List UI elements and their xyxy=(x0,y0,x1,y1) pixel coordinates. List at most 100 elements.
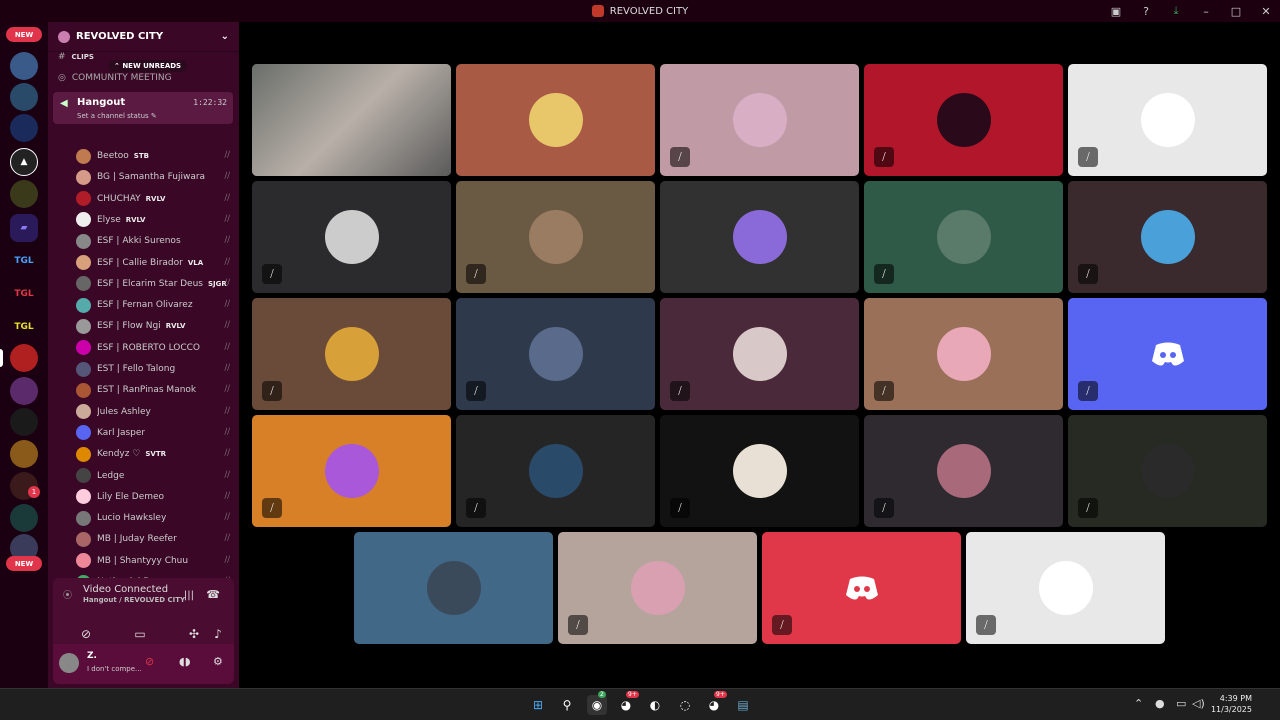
video-tile[interactable]: ⧸ xyxy=(660,298,859,410)
server-icon[interactable] xyxy=(10,114,38,142)
video-tile[interactable]: ⧸ xyxy=(456,181,655,293)
help-icon[interactable]: ? xyxy=(1138,3,1154,19)
video-tile[interactable] xyxy=(252,64,451,176)
member-row[interactable]: BG | Samantha Fujiwara ⧸⧸ xyxy=(76,167,234,187)
member-row[interactable]: Lily Ele Demeo ⧸⧸ xyxy=(76,487,234,507)
network-icon[interactable]: ▭ xyxy=(1176,697,1186,710)
discord-taskbar-icon[interactable]: ◕ xyxy=(704,695,724,715)
notepad-icon[interactable]: ▤ xyxy=(733,695,753,715)
connection-status[interactable]: Video Connected xyxy=(83,584,168,595)
new-badge[interactable]: NEW xyxy=(6,27,42,42)
steam-icon[interactable]: ◐ xyxy=(645,695,665,715)
video-tile[interactable]: ⧸ xyxy=(252,298,451,410)
video-tile[interactable]: ⧸ xyxy=(864,415,1063,527)
member-row[interactable]: Jules Ashley ⧸⧸ xyxy=(76,402,234,422)
server-icon[interactable] xyxy=(10,504,38,532)
server-tgl[interactable]: TGL xyxy=(10,247,38,275)
member-row[interactable]: ESF | Callie Birador VLA ⧸⧸ xyxy=(76,253,234,273)
search-icon[interactable]: ⚲ xyxy=(557,695,577,715)
channel-status[interactable]: Set a channel status ✎ xyxy=(77,112,157,120)
server-icon[interactable] xyxy=(10,408,38,436)
channel-clips[interactable]: # CLIPS xyxy=(58,52,94,62)
server-icon[interactable]: ▲ xyxy=(10,148,38,176)
member-row[interactable]: Elyse RVLV ⧸⧸ xyxy=(76,210,234,230)
mic-off-icon: ⧸⧸ xyxy=(224,171,230,181)
server-icon[interactable] xyxy=(10,377,38,405)
new-badge[interactable]: NEW xyxy=(6,556,42,571)
chevron-up-icon[interactable]: ⌃ xyxy=(1134,697,1143,710)
server-tgl[interactable]: TGL xyxy=(10,280,38,308)
volume-icon[interactable]: ◁) xyxy=(1192,697,1205,710)
video-tile[interactable]: ⧸ xyxy=(252,415,451,527)
member-row[interactable]: ESF | Fernan Olivarez ⧸⧸ xyxy=(76,295,234,315)
screen-share-button[interactable]: ▭ xyxy=(125,623,155,645)
channel-community-meeting[interactable]: ◎ COMMUNITY MEETING xyxy=(58,73,172,83)
video-tile[interactable]: ⧸ xyxy=(1068,298,1267,410)
chrome-icon[interactable]: ◉ xyxy=(587,695,607,715)
server-tgl[interactable]: TGL xyxy=(10,313,38,341)
video-tile[interactable]: ⧸ xyxy=(1068,181,1267,293)
member-row[interactable]: Lucio Hawksley ⧸⧸ xyxy=(76,508,234,528)
video-tile[interactable] xyxy=(354,532,553,644)
folder-icon[interactable]: ▰ xyxy=(10,214,38,242)
server-header[interactable]: REVOLVED CITY ⌄ xyxy=(48,22,239,52)
video-tile[interactable]: ⧸ xyxy=(456,415,655,527)
member-row[interactable]: Beetoo STB ⧸⧸ xyxy=(76,146,234,166)
minimize-button[interactable]: – xyxy=(1198,3,1214,19)
video-tile[interactable]: ⧸ xyxy=(1068,415,1267,527)
video-tile[interactable]: ⧸ xyxy=(864,64,1063,176)
close-button[interactable]: ✕ xyxy=(1258,3,1274,19)
member-row[interactable]: MB | Shantyyy Chuu ⧸⧸ xyxy=(76,551,234,571)
user-name[interactable]: Z. xyxy=(87,651,97,661)
video-tile[interactable]: ⧸ xyxy=(660,415,859,527)
video-tile[interactable]: ⧸ xyxy=(660,64,859,176)
settings-gear-icon[interactable]: ⚙ xyxy=(213,655,223,668)
connection-location[interactable]: Hangout / REVOLVED CITY xyxy=(83,596,185,604)
microphone-icon[interactable]: ● xyxy=(1155,697,1165,710)
disconnect-icon[interactable]: ☎ xyxy=(206,588,220,601)
download-icon[interactable]: ⤓ xyxy=(1168,3,1184,19)
mic-off-button[interactable]: ⊘ xyxy=(145,655,154,668)
member-row[interactable]: CHUCHAY RVLV ⧸⧸ xyxy=(76,189,234,209)
member-row[interactable]: ESF | Akki Surenos ⧸⧸ xyxy=(76,231,234,251)
system-clock[interactable]: 4:39 PM 11/3/2025 xyxy=(1211,693,1252,715)
voice-channel-hangout[interactable]: ◀ Hangout 1:22:32 Set a channel status ✎ xyxy=(53,92,233,124)
soundboard-button[interactable]: ♪ xyxy=(203,623,233,645)
video-tile[interactable]: ⧸ xyxy=(1068,64,1267,176)
avatar[interactable] xyxy=(59,653,79,673)
maximize-button[interactable]: □ xyxy=(1228,3,1244,19)
video-tile[interactable]: ⧸ xyxy=(966,532,1165,644)
video-tile[interactable]: ⧸ xyxy=(864,181,1063,293)
video-tile[interactable]: ⧸ xyxy=(762,532,961,644)
member-row[interactable]: EST | RanPinas Manok ⧸⧸ xyxy=(76,380,234,400)
member-name: ESF | Akki Surenos xyxy=(97,236,181,247)
member-row[interactable]: ESF | Elcarim Star Deus SJGR ⧸⧸ xyxy=(76,274,234,294)
server-icon[interactable] xyxy=(10,180,38,208)
noise-suppression-icon[interactable]: ||| xyxy=(184,590,194,601)
server-icon[interactable] xyxy=(10,83,38,111)
server-icon[interactable] xyxy=(10,52,38,80)
discord-taskbar-icon[interactable]: ◕ xyxy=(616,695,636,715)
new-unreads-pill[interactable]: ⌃ NEW UNREADS xyxy=(108,60,188,72)
camera-off-button[interactable]: ⊘ xyxy=(71,623,101,645)
member-row[interactable]: Ledge ⧸⧸ xyxy=(76,466,234,486)
member-row[interactable]: EST | Fello Talong ⧸⧸ xyxy=(76,359,234,379)
video-tile[interactable]: ⧸ xyxy=(456,298,655,410)
app-icon[interactable]: ◌ xyxy=(675,695,695,715)
member-row[interactable]: ESF | Flow Ngi RVLV ⧸⧸ xyxy=(76,316,234,336)
member-row[interactable]: Kendyz ♡ SVTR ⧸⧸ xyxy=(76,444,234,464)
inbox-icon[interactable]: ▣ xyxy=(1108,3,1124,19)
member-row[interactable]: ESF | ROBERTO LOCCO ⧸⧸ xyxy=(76,338,234,358)
windows-start-icon[interactable]: ⊞ xyxy=(528,695,548,715)
video-tile[interactable] xyxy=(660,181,859,293)
video-grid: ⧸ ⧸ ⧸ ⧸ ⧸ ⧸ ⧸ ⧸ ⧸ ⧸ ⧸ ⧸ ⧸ ⧸ ⧸ ⧸ ⧸ ⧸ ⧸ ⧸ xyxy=(240,22,1280,688)
server-icon[interactable] xyxy=(10,440,38,468)
video-tile[interactable]: ⧸ xyxy=(864,298,1063,410)
member-row[interactable]: Karl Jasper ⧸⧸ xyxy=(76,423,234,443)
video-tile[interactable]: ⧸ xyxy=(558,532,757,644)
member-row[interactable]: MB | Juday Reefer ⧸⧸ xyxy=(76,529,234,549)
video-tile[interactable] xyxy=(456,64,655,176)
server-icon[interactable] xyxy=(10,344,38,372)
video-tile[interactable]: ⧸ xyxy=(252,181,451,293)
headphones-button[interactable]: ◖◗ xyxy=(179,655,191,668)
